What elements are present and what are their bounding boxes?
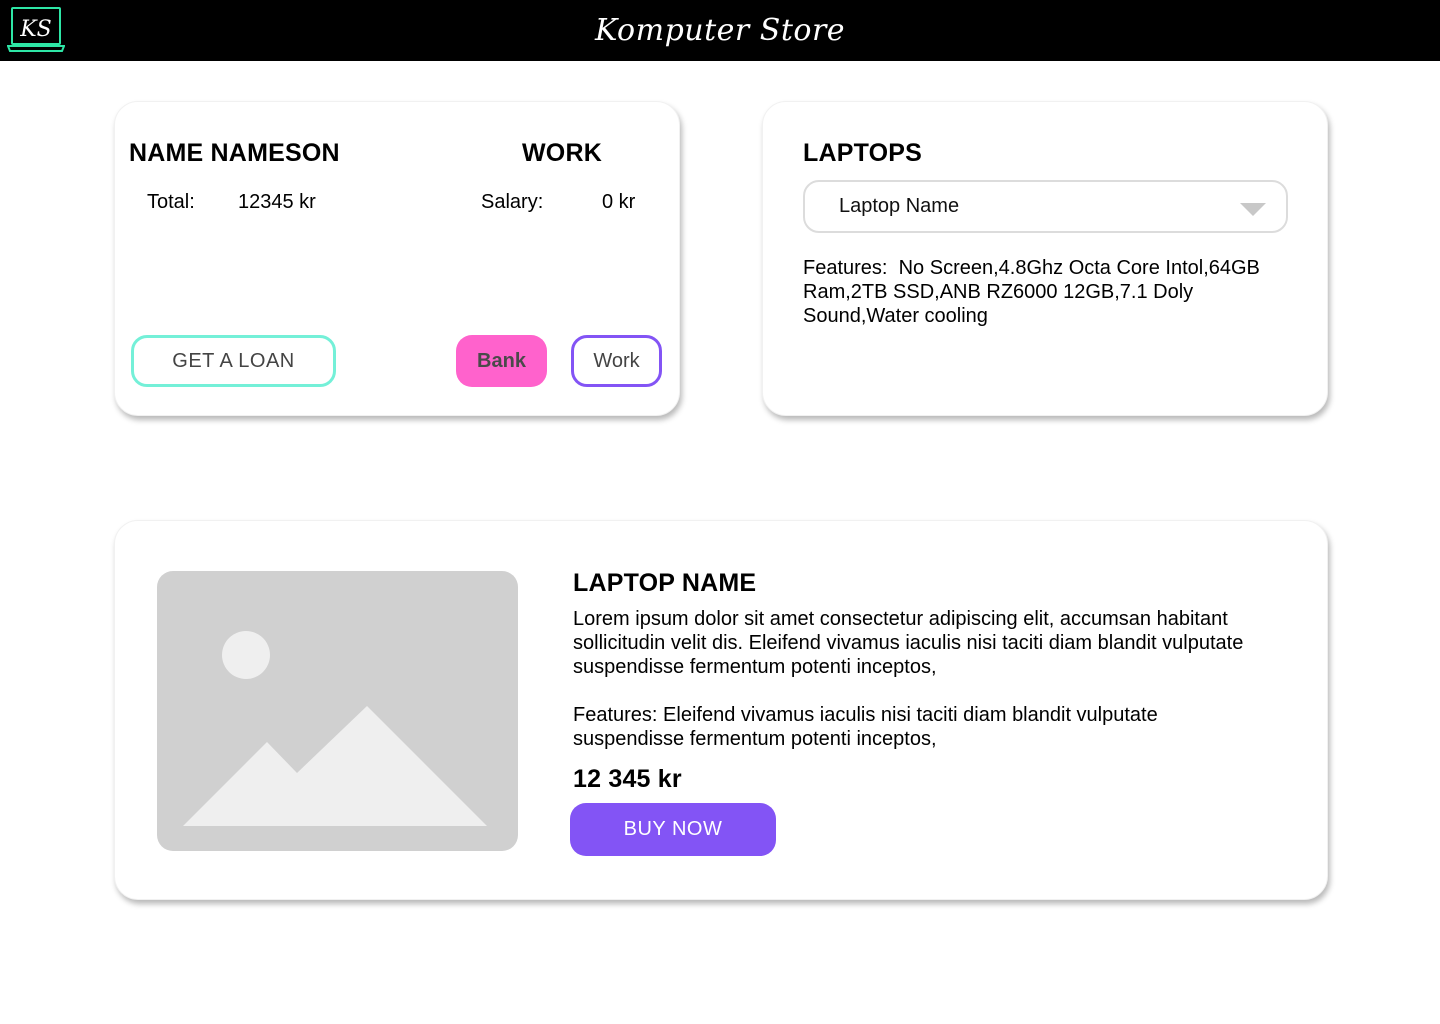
work-button[interactable]: Work [571, 335, 662, 387]
product-price: 12 345 kr [573, 765, 682, 793]
laptops-card: LAPTOPS Laptop Name Features: No Screen,… [762, 101, 1328, 416]
brand-title: Komputer Store [594, 13, 846, 48]
salary-value: 0 kr [602, 191, 636, 213]
salary-label: Salary: [481, 191, 544, 213]
bank-button[interactable]: Bank [456, 335, 547, 387]
caret-down-icon[interactable] [1240, 203, 1266, 216]
laptop-select-value: Laptop Name [839, 195, 960, 217]
image-placeholder-icon [157, 571, 518, 851]
customer-name: NAME NAMESON [129, 139, 340, 167]
work-title: WORK [522, 139, 602, 167]
product-features: Features: Eleifend vivamus iaculis nisi … [573, 704, 1158, 750]
product-description: Lorem ipsum dolor sit amet consectetur a… [573, 608, 1244, 678]
laptop-select[interactable]: Laptop Name [803, 180, 1288, 233]
features-label: Features: [803, 257, 888, 279]
total-value: 12345 kr [238, 191, 316, 213]
laptop-features: Features: No Screen,4.8Ghz Octa Core Int… [803, 256, 1293, 328]
get-loan-button[interactable]: GET A LOAN [131, 335, 336, 387]
laptops-title: LAPTOPS [803, 139, 923, 167]
bank-work-card: NAME NAMESON Total: 12345 kr WORK Salary… [114, 101, 680, 416]
buy-now-button[interactable]: BUY NOW [570, 803, 776, 856]
top-bar: KS Komputer Store [0, 0, 1440, 61]
product-name: LAPTOP NAME [573, 569, 757, 597]
product-card: LAPTOP NAME Lorem ipsum dolor sit amet c… [114, 520, 1328, 900]
total-label: Total: [147, 191, 195, 213]
